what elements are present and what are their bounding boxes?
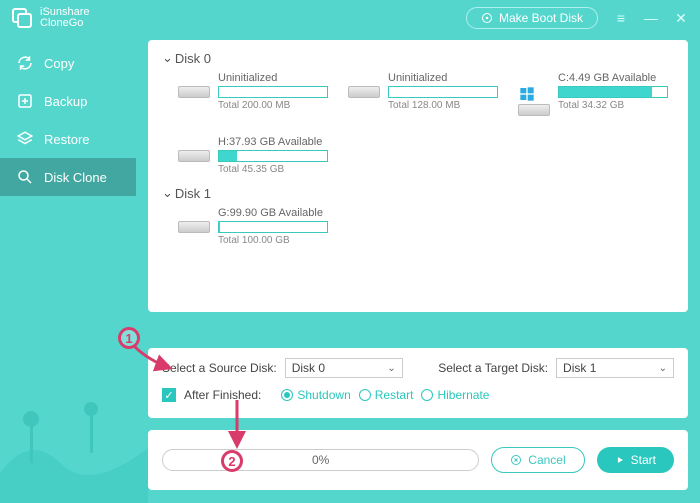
partition-usage-bar — [218, 86, 328, 98]
after-finished-label: After Finished: — [184, 388, 261, 402]
sidebar: Copy Backup Restore Disk Clone — [0, 44, 136, 196]
disks-panel: ⌄ Disk 0UninitializedTotal 200.00 MBUnin… — [148, 40, 688, 312]
play-icon — [615, 455, 625, 465]
cancel-icon — [510, 454, 522, 466]
partition-tile[interactable]: G:99.90 GB Available Total 100.00 GB — [178, 207, 328, 246]
radio-restart[interactable]: Restart — [359, 388, 414, 402]
annotation-marker-1: 1 — [118, 327, 140, 349]
radio-shutdown[interactable]: Shutdown — [281, 388, 350, 402]
drive-icon — [178, 150, 210, 162]
partition-total: Total 100.00 GB — [218, 235, 328, 246]
progress-bar: 0% — [162, 449, 479, 471]
sidebar-item-label: Copy — [44, 56, 74, 71]
disk-group-header[interactable]: ⌄ Disk 0 — [162, 50, 674, 66]
radio-label: Hibernate — [437, 388, 489, 402]
disk-group-title: Disk 1 — [175, 186, 211, 201]
sidebar-item-restore[interactable]: Restore — [0, 120, 136, 158]
source-disk-label: Select a Source Disk: — [162, 361, 277, 375]
partition-label: C:4.49 GB Available — [558, 72, 668, 84]
radio-label: Shutdown — [297, 388, 350, 402]
partition-usage-bar — [388, 86, 498, 98]
make-boot-disk-label: Make Boot Disk — [499, 11, 583, 25]
refresh-icon — [16, 54, 34, 72]
drive-icon — [178, 221, 210, 233]
drive-icon — [518, 104, 550, 116]
cancel-button[interactable]: Cancel — [491, 447, 584, 473]
partition-usage-bar — [558, 86, 668, 98]
partition-total: Total 200.00 MB — [218, 100, 328, 111]
minimize-button[interactable]: — — [642, 10, 660, 27]
decorative-hills — [0, 353, 148, 503]
target-disk-value: Disk 1 — [563, 361, 596, 375]
disc-icon — [481, 12, 493, 24]
cancel-label: Cancel — [528, 453, 565, 467]
sidebar-item-label: Restore — [44, 132, 90, 147]
title-bar: iSunshare CloneGo Make Boot Disk ≡ — ✕ — [0, 0, 700, 36]
sidebar-item-label: Backup — [44, 94, 87, 109]
partition-label: G:99.90 GB Available — [218, 207, 328, 219]
start-button[interactable]: Start — [597, 447, 674, 473]
sidebar-item-label: Disk Clone — [44, 170, 107, 185]
app-logo: iSunshare CloneGo — [10, 6, 90, 30]
disk-group-header[interactable]: ⌄ Disk 1 — [162, 185, 674, 201]
chevron-down-icon: ⌄ — [162, 50, 173, 66]
partition-usage-bar — [218, 150, 328, 162]
partition-label: Uninitialized — [218, 72, 328, 84]
source-disk-select[interactable]: Disk 0 ⌄ — [285, 358, 403, 378]
partition-total: Total 45.35 GB — [218, 164, 328, 175]
sidebar-item-disk-clone[interactable]: Disk Clone — [0, 158, 136, 196]
windows-os-icon — [518, 86, 536, 102]
partition-label: Uninitialized — [388, 72, 498, 84]
partition-tile[interactable]: C:4.49 GB Available Total 34.32 GB — [518, 72, 668, 116]
sidebar-item-copy[interactable]: Copy — [0, 44, 136, 82]
drive-icon — [178, 86, 210, 98]
sidebar-item-backup[interactable]: Backup — [0, 82, 136, 120]
make-boot-disk-button[interactable]: Make Boot Disk — [466, 7, 598, 29]
chevron-down-icon: ⌄ — [387, 363, 395, 374]
target-disk-select[interactable]: Disk 1 ⌄ — [556, 358, 674, 378]
partition-tile[interactable]: H:37.93 GB Available Total 45.35 GB — [178, 136, 328, 175]
search-disk-icon — [16, 168, 34, 186]
partition-label: H:37.93 GB Available — [218, 136, 328, 148]
menu-button[interactable]: ≡ — [612, 10, 630, 27]
layers-icon — [16, 130, 34, 148]
radio-hibernate[interactable]: Hibernate — [421, 388, 489, 402]
start-label: Start — [631, 453, 656, 467]
after-finished-checkbox[interactable]: ✓ — [162, 388, 176, 402]
radio-label: Restart — [375, 388, 414, 402]
annotation-marker-2: 2 — [221, 450, 243, 472]
progress-text: 0% — [312, 453, 329, 467]
source-disk-value: Disk 0 — [292, 361, 325, 375]
target-disk-label: Select a Target Disk: — [438, 361, 548, 375]
partition-tile[interactable]: Uninitialized Total 128.00 MB — [348, 72, 498, 116]
chevron-down-icon: ⌄ — [162, 185, 173, 201]
partition-usage-bar — [218, 221, 328, 233]
clonego-logo-icon — [10, 6, 34, 30]
brand-line-2: CloneGo — [40, 18, 90, 29]
drive-icon — [348, 86, 380, 98]
partition-tile[interactable]: Uninitialized Total 200.00 MB — [178, 72, 328, 116]
plus-box-icon — [16, 92, 34, 110]
partition-total: Total 34.32 GB — [558, 100, 668, 111]
disk-group-title: Disk 0 — [175, 51, 211, 66]
chevron-down-icon: ⌄ — [659, 363, 667, 374]
options-panel: Select a Source Disk: Disk 0 ⌄ Select a … — [148, 348, 688, 418]
partition-total: Total 128.00 MB — [388, 100, 498, 111]
close-button[interactable]: ✕ — [672, 10, 690, 27]
